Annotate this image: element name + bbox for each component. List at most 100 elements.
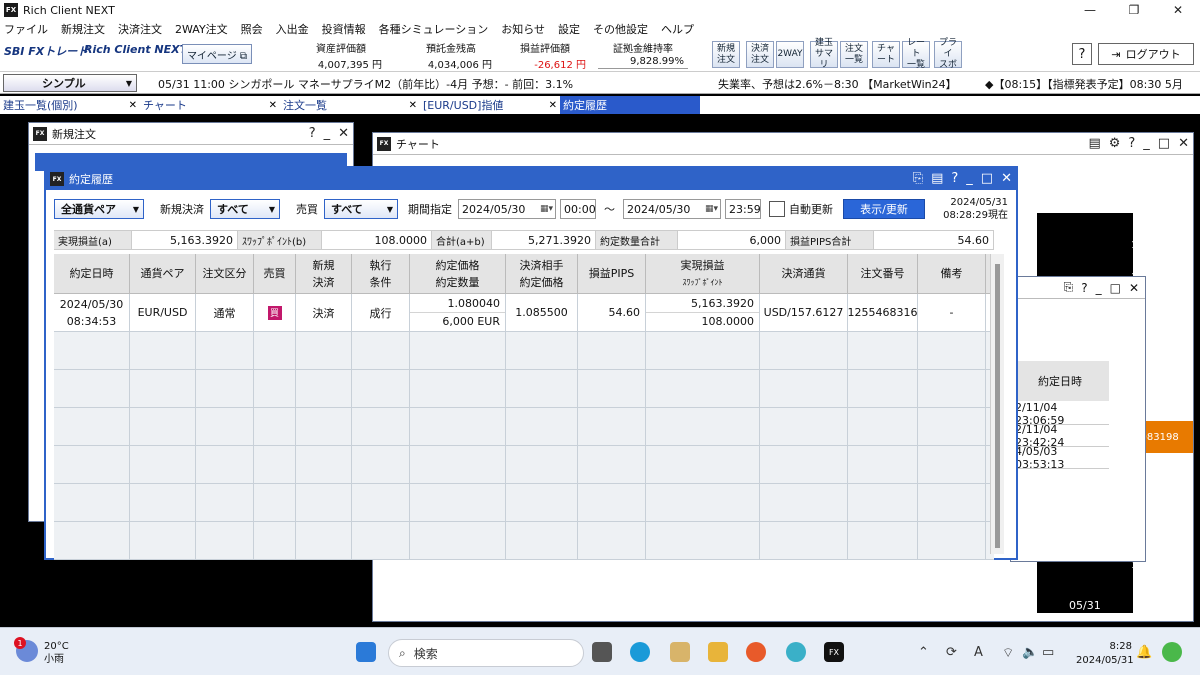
menu-item[interactable]: その他設定 [593, 21, 648, 37]
maximize-icon[interactable]: □ [1158, 136, 1170, 151]
mypage-button[interactable]: マイページ ⧉ [182, 44, 252, 64]
csv-icon[interactable]: ▤ [1088, 136, 1100, 151]
minimize-icon[interactable]: _ [1096, 281, 1102, 295]
minimize-icon[interactable]: _ [324, 126, 331, 141]
news-headline-2[interactable]: 失業率、予想は2.6%－8:30 【MarketWin24】 [718, 76, 957, 92]
close-tab-icon[interactable]: ✕ [549, 100, 557, 111]
time-to-input[interactable]: 23:59 [725, 199, 761, 219]
taskbar-search[interactable]: ⌕ 検索 [388, 639, 584, 667]
menu-item[interactable]: 入出金 [276, 21, 309, 37]
currency-pair-select[interactable]: 全通貨ペア ▼ [54, 199, 144, 219]
table-scrollbar[interactable] [990, 254, 1004, 554]
table-row[interactable]: 2024/05/30 08:34:53 EUR/USD 通常 買 決済 成行 1.… [54, 294, 994, 332]
time-from-input[interactable]: 00:00 [560, 199, 596, 219]
refresh-button[interactable]: 表示/更新 [843, 199, 925, 219]
taskbar-clock[interactable]: 8:28 2024/05/31 [1076, 640, 1134, 668]
help-icon[interactable]: ? [951, 171, 958, 186]
minimize-icon[interactable]: _ [1143, 136, 1150, 151]
menu-item[interactable]: 各種シミュレーション [379, 21, 489, 37]
close-order-button[interactable]: 決済 注文 [746, 41, 774, 68]
maximize-icon[interactable]: □ [1110, 281, 1121, 295]
close-tab-icon[interactable]: ✕ [129, 100, 137, 111]
weather-widget[interactable]: 1 20°C 小雨 [14, 637, 69, 666]
tab-chart[interactable]: チャート ✕ [140, 96, 280, 114]
tab-positions[interactable]: 建玉一覧(個別) ✕ [0, 96, 140, 114]
col-pnl-swap[interactable]: 実現損益 ｽﾜｯﾌﾟﾎﾟｲﾝﾄ [646, 254, 760, 293]
edge-icon[interactable] [630, 642, 650, 662]
price-board-button[interactable]: プライ スボ [934, 38, 962, 70]
close-icon[interactable]: ✕ [1129, 281, 1139, 295]
col-pips[interactable]: 損益PIPS [578, 254, 646, 293]
col-exec-cond[interactable]: 執行 条件 [352, 254, 410, 293]
fx-taskbar-icon[interactable]: FX [824, 642, 844, 662]
help-icon[interactable]: ? [309, 126, 316, 141]
ime-indicator[interactable]: A [974, 645, 983, 660]
sync-icon[interactable]: ⟳ [946, 645, 957, 660]
close-icon[interactable]: ✕ [1001, 171, 1012, 186]
menu-item[interactable]: 決済注文 [118, 21, 162, 37]
news-headline-3[interactable]: ◆【08:15】【指標発表予定】08:30 5月 [985, 76, 1183, 92]
col-settle-ccy[interactable]: 決済通貨 [760, 254, 848, 293]
close-icon[interactable]: ✕ [1178, 136, 1189, 151]
twoway-button[interactable]: 2WAY [776, 41, 804, 68]
bell-icon[interactable]: 🔔 [1136, 645, 1152, 660]
col-note[interactable]: 備考 [918, 254, 986, 293]
new-order-button[interactable]: 新規 注文 [712, 41, 740, 68]
tab-trade-history[interactable]: 約定履歴 [560, 96, 700, 114]
wifi-icon[interactable]: ⌔ [1002, 645, 1014, 661]
date-from-input[interactable]: 2024/05/30 ▦▾ [458, 199, 556, 219]
chevron-up-icon[interactable]: ⌃ [918, 645, 929, 660]
close-icon[interactable]: ✕ [338, 126, 349, 141]
copilot-icon[interactable] [1162, 642, 1182, 662]
col-order-type[interactable]: 注文区分 [196, 254, 254, 293]
order-list-button[interactable]: 注文 一覧 [840, 41, 868, 68]
col-price-qty[interactable]: 約定価格 約定数量 [410, 254, 506, 293]
folder-icon[interactable] [708, 642, 728, 662]
col-exec-time[interactable]: 約定日時 [54, 254, 130, 293]
calendar-icon[interactable]: ▦▾ [540, 204, 553, 214]
menu-item[interactable]: 2WAY注文 [175, 21, 228, 37]
position-summary-button[interactable]: 建玉 サマリ [810, 38, 838, 70]
help-icon[interactable]: ? [1128, 136, 1135, 151]
close-icon[interactable]: ✕ [1156, 0, 1200, 20]
minimize-icon[interactable]: _ [966, 171, 973, 186]
task-view-icon[interactable] [592, 642, 612, 662]
news-headline[interactable]: 05/31 11:00 シンガポール マネーサプライM2（前年比）-4月 予想：… [158, 76, 573, 92]
maximize-icon[interactable]: □ [981, 171, 993, 186]
col-side[interactable]: 売買 [254, 254, 296, 293]
calendar-icon[interactable]: ▦▾ [705, 204, 718, 214]
col-order-no[interactable]: 注文番号 [848, 254, 918, 293]
maximize-icon[interactable]: ❐ [1112, 0, 1156, 20]
app-icon[interactable] [670, 642, 690, 662]
minimize-icon[interactable]: — [1068, 0, 1112, 20]
col-new-close[interactable]: 新規 決済 [296, 254, 352, 293]
tab-order-list[interactable]: 注文一覧 ✕ [280, 96, 420, 114]
auto-update-checkbox[interactable] [769, 201, 785, 217]
battery-icon[interactable]: ▭ [1042, 645, 1054, 660]
app-icon-2[interactable] [786, 642, 806, 662]
display-mode-select[interactable]: シンプル ▼ [3, 74, 137, 92]
scroll-thumb[interactable] [995, 264, 1000, 548]
side-select[interactable]: すべて ▼ [324, 199, 398, 219]
gear-icon[interactable]: ⚙ [1109, 136, 1121, 151]
tab-limit-order[interactable]: [EUR/USD]指値 ✕ [420, 96, 560, 114]
help-icon[interactable]: ? [1081, 281, 1087, 295]
volume-icon[interactable]: 🔈 [1022, 645, 1038, 660]
firefox-icon[interactable] [746, 642, 766, 662]
list-item[interactable]: 4/05/03 03:53:13 [1015, 445, 1109, 471]
new-close-select[interactable]: すべて ▼ [210, 199, 280, 219]
settings-icon[interactable]: ⎘ [1064, 280, 1074, 295]
close-tab-icon[interactable]: ✕ [269, 100, 277, 111]
windows-start-icon[interactable] [356, 642, 376, 662]
menu-item[interactable]: 投資情報 [322, 21, 366, 37]
menu-item[interactable]: ファイル [4, 21, 48, 37]
col-counter-price[interactable]: 決済相手 約定価格 [506, 254, 578, 293]
menu-item[interactable]: 照会 [241, 21, 263, 37]
date-to-input[interactable]: 2024/05/30 ▦▾ [623, 199, 721, 219]
col-pair[interactable]: 通貨ペア [130, 254, 196, 293]
close-tab-icon[interactable]: ✕ [409, 100, 417, 111]
menu-item[interactable]: 設定 [558, 21, 580, 37]
settings-icon[interactable]: ⎘ [913, 171, 923, 186]
rate-list-button[interactable]: レート 一覧 [902, 38, 930, 70]
help-button[interactable]: ? [1072, 43, 1092, 65]
